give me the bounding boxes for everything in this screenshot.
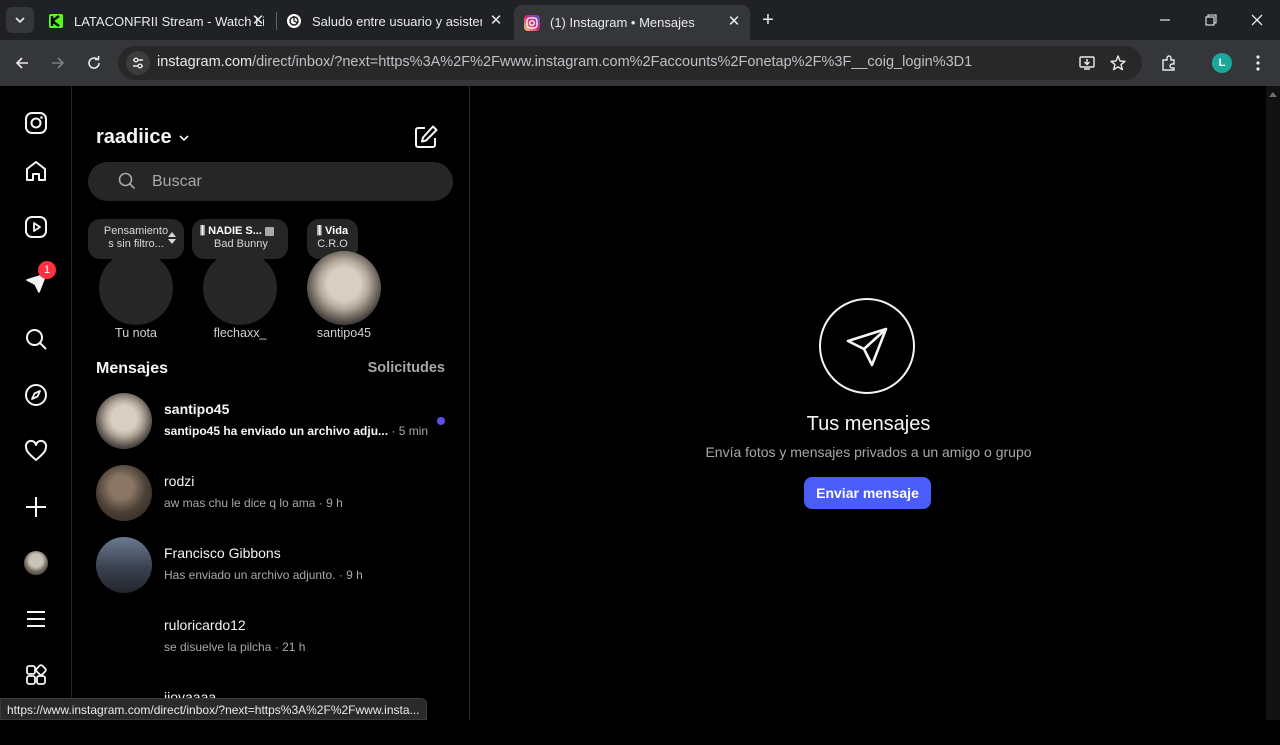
username-label: raadiice (96, 126, 172, 148)
hamburger-menu-icon[interactable] (22, 605, 50, 633)
chatgpt-icon (286, 13, 302, 29)
notification-badge: 1 (38, 261, 56, 279)
profile-avatar[interactable]: L (1212, 53, 1232, 73)
search-icon (118, 172, 136, 190)
heart-icon[interactable] (22, 437, 50, 465)
thread-name: Francisco Gibbons (164, 545, 281, 561)
messenger-send-icon (819, 298, 915, 394)
table-row[interactable]: rodzi aw mas chu le dice q lo ama · 9 h (73, 457, 469, 529)
send-message-button[interactable]: Enviar mensaje (804, 477, 931, 509)
install-app-icon[interactable] (1076, 52, 1098, 74)
avatar (96, 609, 152, 665)
note-name: flechaxx_ (213, 326, 267, 340)
chevron-down-icon (179, 134, 189, 141)
thread-name: rodzi (164, 473, 195, 489)
note-name: santipo45 (316, 326, 372, 340)
reels-icon[interactable] (22, 213, 50, 241)
note-avatar[interactable] (99, 251, 173, 325)
inbox-panel: raadiice Buscar Pensamiento s sin filtro… (73, 86, 470, 737)
forward-icon[interactable] (46, 51, 70, 75)
tab-title: (1) Instagram • Mensajes (550, 15, 695, 30)
reload-icon[interactable] (82, 51, 106, 75)
scroll-arrows-icon (168, 232, 176, 244)
table-row[interactable]: ruloricardo12 se disuelve la pilcha · 21… (73, 601, 469, 673)
thread-name: ruloricardo12 (164, 617, 246, 633)
link-status-bar: https://www.instagram.com/direct/inbox/?… (0, 698, 427, 720)
profile-nav-avatar[interactable] (22, 549, 50, 577)
thread-name: santipo45 (164, 401, 230, 417)
address-bar[interactable]: instagram.com/direct/inbox/?next=https%3… (118, 46, 1142, 80)
browser-toolbar: instagram.com/direct/inbox/?next=https%3… (0, 40, 1280, 86)
note-avatar[interactable] (203, 251, 277, 325)
back-icon[interactable] (10, 51, 34, 75)
music-bars-icon: ⫼ (200, 225, 209, 237)
search-input[interactable]: Buscar (88, 162, 453, 201)
avatar (96, 393, 152, 449)
messages-section-title: Mensajes (96, 360, 169, 377)
tab-chatgpt[interactable]: Saludo entre usuario y asistente ✕ (276, 6, 512, 36)
thread-preview: santipo45 ha enviado un archivo adju... … (164, 424, 429, 438)
browser-tab-bar: LATACONFRII Stream - Watch Li ✕ Saludo e… (0, 0, 1280, 40)
instagram-page: 1 raadiice Buscar Pensamiento s sin filt… (0, 86, 1280, 737)
tab-lataconfrii[interactable]: LATACONFRII Stream - Watch Li ✕ (38, 6, 274, 36)
apps-grid-icon[interactable] (22, 661, 50, 689)
music-bars-icon: ⫼ (316, 225, 326, 237)
close-window-icon[interactable] (1245, 8, 1269, 32)
create-icon[interactable] (22, 493, 50, 521)
extensions-icon[interactable] (1157, 51, 1181, 75)
account-switcher[interactable]: raadiice (96, 126, 190, 149)
note-name: Tu nota (115, 326, 157, 340)
new-tab-icon[interactable]: + (758, 10, 778, 30)
search-icon[interactable] (22, 325, 50, 353)
thread-preview: se disuelve la pilcha · 21 h (164, 640, 306, 654)
kick-icon (48, 13, 64, 29)
left-navigation: 1 (0, 86, 72, 720)
search-placeholder: Buscar (152, 173, 202, 190)
avatar (96, 465, 152, 521)
thread-preview: aw mas chu le dice q lo ama · 9 h (164, 496, 343, 510)
chevron-down-icon (15, 17, 25, 24)
site-info-icon[interactable] (126, 51, 150, 75)
kebab-menu-icon[interactable] (1246, 51, 1270, 75)
table-row[interactable]: Francisco Gibbons Has enviado un archivo… (73, 529, 469, 601)
minimize-icon[interactable] (1153, 8, 1177, 32)
requests-link[interactable]: Solicitudes (368, 360, 445, 376)
instagram-icon (524, 14, 540, 31)
new-message-icon[interactable] (413, 124, 439, 150)
conversation-panel: Tus mensajes Envía fotos y mensajes priv… (471, 86, 1266, 720)
note-avatar[interactable] (307, 251, 381, 325)
page-scrollbar[interactable] (1266, 86, 1280, 720)
url-text: instagram.com/direct/inbox/?next=https%3… (157, 54, 973, 70)
unread-dot (437, 417, 445, 425)
thread-preview: Has enviado un archivo adjunto. · 9 h (164, 568, 363, 582)
close-tab-icon[interactable]: ✕ (250, 13, 266, 29)
close-tab-icon[interactable]: ✕ (488, 13, 504, 29)
explore-icon[interactable] (22, 381, 50, 409)
instagram-logo-icon[interactable] (22, 109, 50, 137)
empty-state-subtitle: Envía fotos y mensajes privados a un ami… (705, 444, 1032, 460)
tab-search-button[interactable] (6, 7, 34, 33)
tab-title: LATACONFRII Stream - Watch Li (74, 13, 264, 29)
tab-title: Saludo entre usuario y asistente (312, 13, 482, 29)
messages-icon[interactable]: 1 (22, 261, 56, 297)
restore-icon[interactable] (1199, 8, 1223, 32)
explicit-icon (264, 226, 274, 236)
avatar (96, 537, 152, 593)
scroll-up-icon[interactable] (1269, 92, 1277, 97)
close-tab-icon[interactable]: ✕ (726, 14, 742, 30)
home-icon[interactable] (22, 157, 50, 185)
tab-instagram[interactable]: (1) Instagram • Mensajes ✕ (514, 5, 750, 40)
table-row[interactable]: santipo45 santipo45 ha enviado un archiv… (73, 385, 469, 457)
bookmark-star-icon[interactable] (1107, 52, 1129, 74)
empty-state-title: Tus mensajes (806, 413, 931, 435)
avatar (24, 551, 48, 575)
